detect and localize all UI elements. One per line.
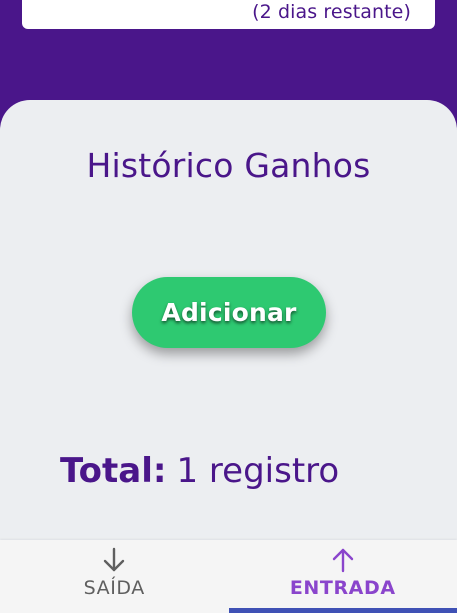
tab-saida[interactable]: SAÍDA — [0, 540, 229, 613]
active-tab-indicator — [228, 608, 457, 613]
total-value: 1 registro — [176, 451, 340, 491]
tab-entrada-label: ENTRADA — [289, 577, 396, 599]
tab-saida-label: SAÍDA — [83, 577, 145, 599]
add-button[interactable]: Adicionar — [132, 277, 326, 348]
tab-entrada[interactable]: ENTRADA — [228, 540, 457, 613]
bottom-nav: SAÍDA ENTRADA — [0, 540, 457, 613]
days-remaining-text: (2 dias restante) — [252, 1, 411, 23]
total-label: Total: — [60, 451, 167, 491]
page-title: Histórico Ganhos — [86, 146, 371, 185]
arrow-up-icon — [332, 548, 353, 573]
period-card: (2 dias restante) — [22, 0, 435, 29]
total-summary: Total: 1 registro — [60, 451, 339, 491]
arrow-down-icon — [104, 547, 125, 572]
